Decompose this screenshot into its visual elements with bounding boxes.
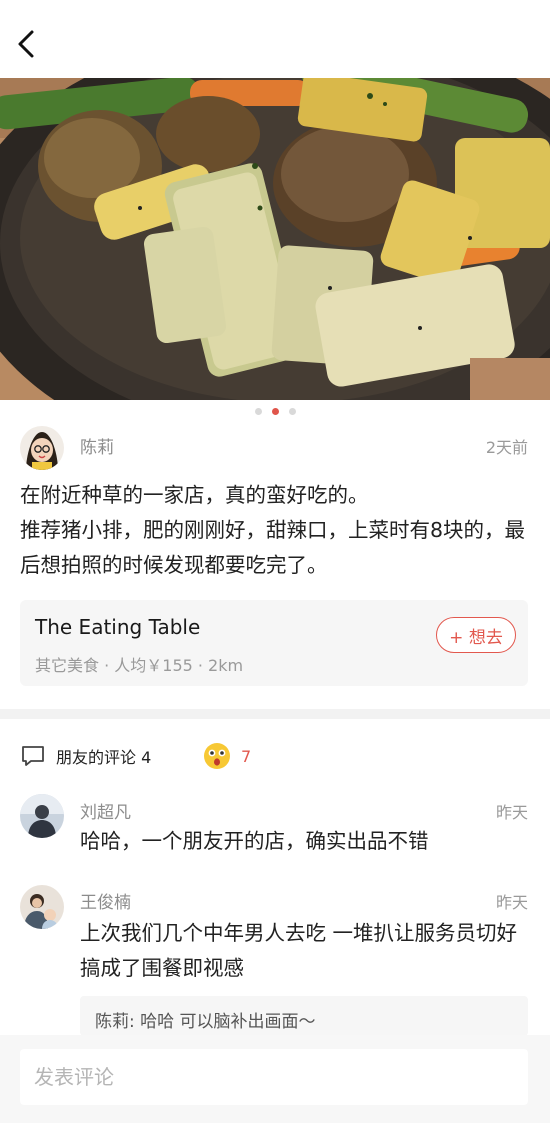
reply-text: 陈莉: 哈哈 可以脑补出画面～ bbox=[95, 1012, 316, 1032]
speech-bubble-icon bbox=[22, 746, 44, 766]
comment-composer bbox=[0, 1035, 550, 1123]
food-photo-image bbox=[0, 78, 550, 400]
photo-carousel-dots bbox=[0, 400, 550, 422]
post-body-line: 推荐猪小排，肥的刚刚好，甜辣口，上菜时有8块的，最后想拍照的时候发现都要吃完了。 bbox=[20, 518, 526, 577]
comment-input[interactable] bbox=[20, 1049, 528, 1105]
comment-time: 昨天 bbox=[495, 893, 528, 912]
shop-name: The Eating Table bbox=[35, 615, 201, 639]
comments-header: 朋友的评论 4 bbox=[20, 738, 151, 774]
chevron-left-icon bbox=[18, 30, 34, 58]
post-time: 2天前 bbox=[485, 438, 528, 457]
post-author-avatar[interactable] bbox=[20, 426, 64, 470]
comment-avatar[interactable] bbox=[20, 885, 64, 929]
carousel-dot[interactable] bbox=[254, 407, 262, 415]
comment-author[interactable]: 王俊楠 bbox=[80, 888, 131, 913]
comments-title: 朋友的评论 4 bbox=[56, 748, 152, 767]
comment-reply[interactable]: 陈莉: 哈哈 可以脑补出画面～ bbox=[80, 996, 528, 1036]
comment-author[interactable]: 刘超凡 bbox=[80, 798, 131, 823]
reaction-button[interactable]: 7 bbox=[203, 738, 251, 774]
comment-avatar[interactable] bbox=[20, 794, 64, 838]
avatar-image bbox=[20, 885, 64, 929]
shop-meta: 其它美食 · 人均￥155 · 2km bbox=[35, 656, 244, 675]
wow-face-emoji-icon bbox=[204, 743, 230, 769]
back-button[interactable] bbox=[8, 26, 44, 62]
reaction-count: 7 bbox=[241, 746, 252, 766]
avatar-image bbox=[20, 426, 64, 470]
carousel-dot-active[interactable] bbox=[271, 407, 279, 415]
comment-time: 昨天 bbox=[495, 803, 528, 822]
shop-card[interactable]: The Eating Table 其它美食 · 人均￥155 · 2km + 想… bbox=[20, 600, 528, 686]
section-divider bbox=[0, 709, 550, 719]
comment-text: 上次我们几个中年男人去吃 一堆扒让服务员切好 搞成了围餐即视感 bbox=[80, 921, 518, 980]
post-body: 在附近种草的一家店，真的蛮好吃的。 推荐猪小排，肥的刚刚好，甜辣口，上菜时有8块… bbox=[20, 478, 535, 583]
post-body-line: 在附近种草的一家店，真的蛮好吃的。 bbox=[20, 483, 369, 507]
post-author-name[interactable]: 陈莉 bbox=[80, 433, 114, 458]
comment-text: 哈哈，一个朋友开的店，确实出品不错 bbox=[80, 829, 429, 853]
post-photo[interactable] bbox=[0, 78, 550, 400]
top-bar bbox=[0, 0, 550, 78]
want-to-go-button[interactable]: + 想去 bbox=[436, 617, 516, 653]
carousel-dot[interactable] bbox=[288, 407, 296, 415]
avatar-image bbox=[20, 794, 64, 838]
